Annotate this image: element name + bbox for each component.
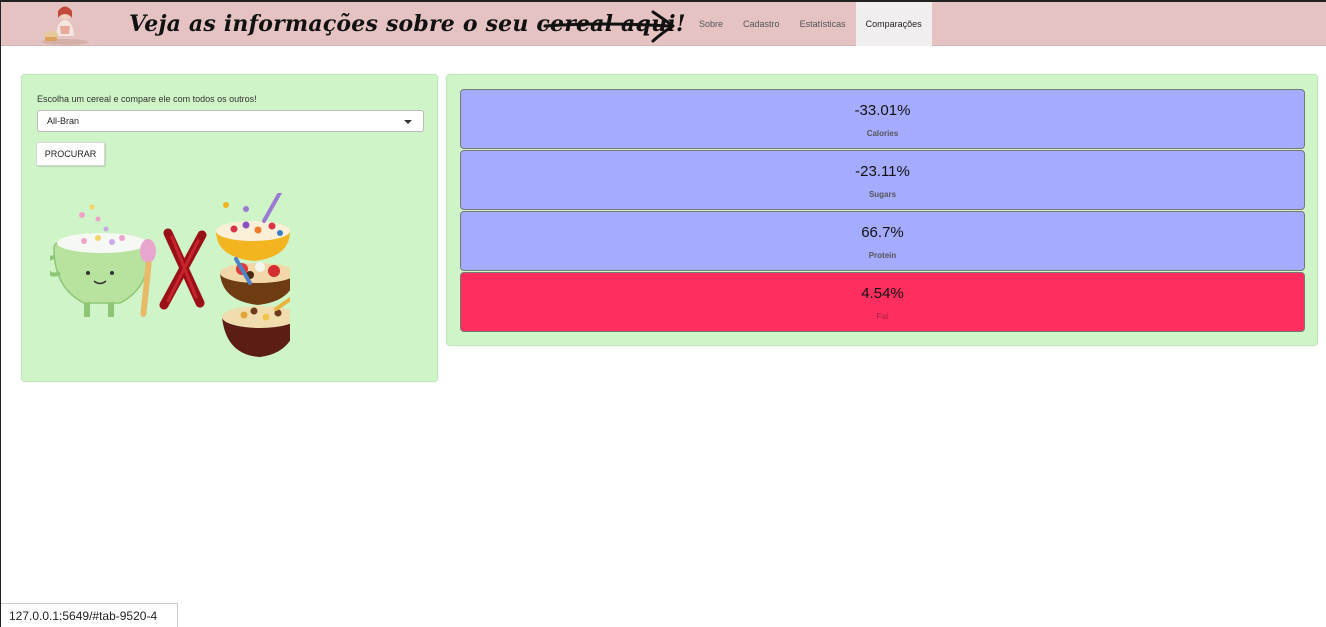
top-navbar: Veja as informações sobre o seu cereal a… [1, 0, 1326, 46]
stat-card-protein: 66.7% Protein [460, 211, 1305, 271]
stat-label: Fat [876, 312, 889, 321]
cereal-bowls-vs-illustration [50, 193, 290, 357]
cereal-select[interactable]: All-Bran [37, 110, 424, 132]
stat-value: -33.01% [854, 102, 911, 119]
cereal-selection-panel: Escolha um cereal e compare ele com todo… [21, 74, 438, 382]
cereal-select-label: Escolha um cereal e compare ele com todo… [37, 94, 257, 104]
hand-drawn-arrow-right-icon [543, 10, 675, 43]
tab-estatisticas[interactable]: Estatísticas [790, 2, 856, 46]
tab-sobre[interactable]: Sobre [689, 2, 733, 46]
stat-label: Sugars [868, 190, 897, 199]
stat-value: 66.7% [861, 224, 904, 241]
tab-comparacoes[interactable]: Comparações [855, 2, 932, 46]
woman-eating-cereal-logo [41, 6, 89, 45]
stat-value: -23.11% [855, 163, 910, 180]
search-button[interactable]: PROCURAR [36, 142, 105, 166]
tab-cadastro[interactable]: Cadastro [733, 2, 790, 46]
caret-down-icon [404, 120, 412, 124]
stat-card-fat: 4.54% Fat [460, 272, 1305, 332]
stat-value: 4.54% [861, 285, 904, 302]
stat-label: Protein [868, 251, 897, 260]
cereal-select-value: All-Bran [47, 116, 80, 126]
stat-card-calories: -33.01% Calories [460, 89, 1305, 149]
stat-label: Calories [866, 129, 899, 138]
comparison-results-panel: -33.01% Calories -23.11% Sugars 66.7% Pr… [446, 74, 1318, 346]
main-nav-tabs: Sobre Cadastro Estatísticas Comparações [689, 2, 932, 46]
browser-status-url: 127.0.0.1:5649/#tab-9520-4 [1, 603, 178, 627]
stat-card-sugars: -23.11% Sugars [460, 150, 1305, 210]
